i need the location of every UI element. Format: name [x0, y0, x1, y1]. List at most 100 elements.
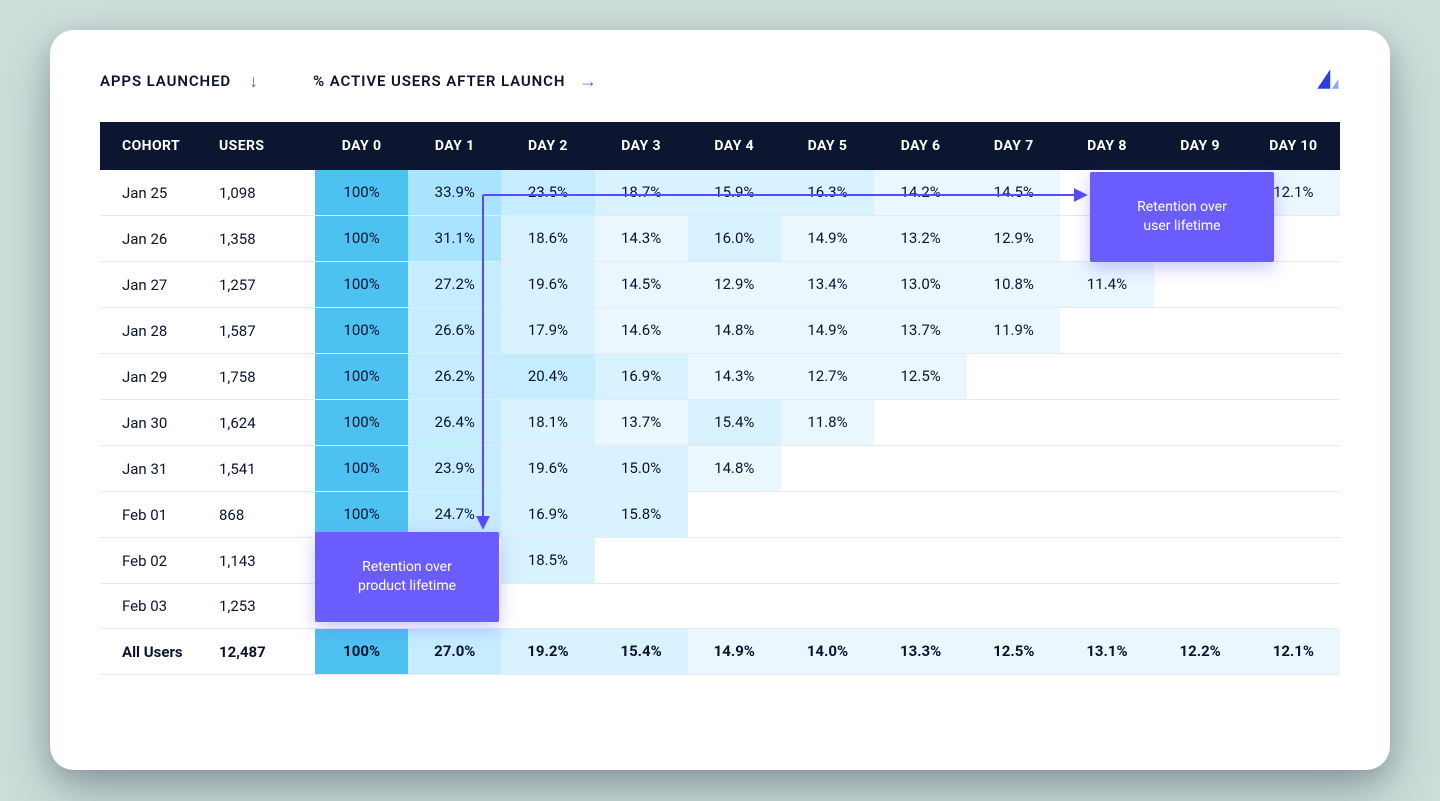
cell-day-9 — [1154, 262, 1247, 308]
cell-day-0: 100% — [315, 629, 408, 675]
col-day-4: DAY 4 — [688, 122, 781, 170]
cell-day-0: 100% — [315, 308, 408, 354]
cell-day-3: 15.8% — [595, 492, 688, 538]
cell-cohort: Jan 31 — [100, 446, 215, 492]
callout-retention-user-lifetime: Retention over user lifetime — [1090, 172, 1274, 262]
cell-cohort: Jan 26 — [100, 216, 215, 262]
cell-day-1: 26.6% — [408, 308, 501, 354]
legend-apps-launched: APPS LAUNCHED ↓ — [100, 70, 265, 92]
table-row: Jan 291,758100%26.2%20.4%16.9%14.3%12.7%… — [100, 354, 1340, 400]
cell-day-9 — [1154, 400, 1247, 446]
cell-day-8 — [1060, 446, 1153, 492]
cell-day-10 — [1247, 400, 1340, 446]
app-logo-icon — [1314, 66, 1340, 92]
table-legend: APPS LAUNCHED ↓ % ACTIVE USERS AFTER LAU… — [100, 70, 1340, 92]
cell-users: 1,587 — [215, 308, 315, 354]
cell-day-10 — [1247, 262, 1340, 308]
legend-label: APPS LAUNCHED — [100, 72, 231, 90]
cell-day-3: 16.9% — [595, 354, 688, 400]
cell-day-9: 12.2% — [1154, 629, 1247, 675]
cell-day-10 — [1247, 308, 1340, 354]
cell-day-3 — [595, 538, 688, 584]
cell-day-6: 13.0% — [874, 262, 967, 308]
cell-day-6: 14.2% — [874, 170, 967, 216]
cell-day-3: 14.6% — [595, 308, 688, 354]
cell-users: 1,253 — [215, 584, 315, 629]
cell-day-3: 13.7% — [595, 400, 688, 446]
cell-day-4 — [688, 584, 781, 629]
cell-day-10 — [1247, 584, 1340, 629]
cell-day-0: 100% — [315, 262, 408, 308]
cell-day-4: 16.0% — [688, 216, 781, 262]
cell-day-10 — [1247, 538, 1340, 584]
cell-day-2: 17.9% — [501, 308, 594, 354]
cell-day-6: 13.7% — [874, 308, 967, 354]
cell-cohort: Feb 01 — [100, 492, 215, 538]
cell-day-1: 33.9% — [408, 170, 501, 216]
cell-day-1: 24.7% — [408, 492, 501, 538]
cell-day-9 — [1154, 308, 1247, 354]
cell-day-0: 100% — [315, 400, 408, 446]
cell-users: 1,358 — [215, 216, 315, 262]
cell-day-5: 12.7% — [781, 354, 874, 400]
col-users: USERS — [215, 122, 315, 170]
cell-day-7 — [967, 538, 1060, 584]
cell-day-3: 14.5% — [595, 262, 688, 308]
cell-day-7 — [967, 446, 1060, 492]
table-row: Jan 281,587100%26.6%17.9%14.6%14.8%14.9%… — [100, 308, 1340, 354]
cell-day-1: 26.2% — [408, 354, 501, 400]
cell-day-8 — [1060, 492, 1153, 538]
col-cohort: COHORT — [100, 122, 215, 170]
cell-cohort: Jan 27 — [100, 262, 215, 308]
cell-day-2: 23.5% — [501, 170, 594, 216]
cell-cohort: Feb 02 — [100, 538, 215, 584]
cell-day-7 — [967, 584, 1060, 629]
cell-day-7: 14.5% — [967, 170, 1060, 216]
cell-day-7 — [967, 492, 1060, 538]
cell-day-9 — [1154, 354, 1247, 400]
cell-cohort: All Users — [100, 629, 215, 675]
callout-retention-product-lifetime: Retention over product lifetime — [315, 532, 499, 622]
col-day-9: DAY 9 — [1154, 122, 1247, 170]
cell-day-3: 15.4% — [595, 629, 688, 675]
cell-day-6 — [874, 492, 967, 538]
cell-day-7 — [967, 400, 1060, 446]
cell-day-8: 13.1% — [1060, 629, 1153, 675]
cell-day-10 — [1247, 446, 1340, 492]
col-day-1: DAY 1 — [408, 122, 501, 170]
cell-day-2: 18.1% — [501, 400, 594, 446]
cell-day-4: 15.4% — [688, 400, 781, 446]
col-day-7: DAY 7 — [967, 122, 1060, 170]
cell-day-8 — [1060, 308, 1153, 354]
cell-day-5: 13.4% — [781, 262, 874, 308]
cell-day-5 — [781, 584, 874, 629]
cell-users: 1,143 — [215, 538, 315, 584]
cell-day-0: 100% — [315, 354, 408, 400]
cell-day-5 — [781, 446, 874, 492]
cell-day-1: 26.4% — [408, 400, 501, 446]
cell-users: 1,758 — [215, 354, 315, 400]
col-day-5: DAY 5 — [781, 122, 874, 170]
cell-day-5 — [781, 538, 874, 584]
cell-day-4: 14.9% — [688, 629, 781, 675]
cell-day-5: 14.9% — [781, 216, 874, 262]
table-row: Jan 311,541100%23.9%19.6%15.0%14.8% — [100, 446, 1340, 492]
table-row: Jan 301,624100%26.4%18.1%13.7%15.4%11.8% — [100, 400, 1340, 446]
cell-day-4: 14.3% — [688, 354, 781, 400]
arrow-down-icon: ↓ — [243, 70, 265, 92]
cell-day-2: 20.4% — [501, 354, 594, 400]
cell-day-4: 14.8% — [688, 446, 781, 492]
cell-day-6 — [874, 538, 967, 584]
cell-users: 12,487 — [215, 629, 315, 675]
cell-day-1: 27.0% — [408, 629, 501, 675]
cell-users: 1,098 — [215, 170, 315, 216]
cell-users: 868 — [215, 492, 315, 538]
cell-day-2: 18.6% — [501, 216, 594, 262]
cell-day-5 — [781, 492, 874, 538]
cell-day-2 — [501, 584, 594, 629]
cell-day-3: 14.3% — [595, 216, 688, 262]
cell-day-3: 15.0% — [595, 446, 688, 492]
cell-day-6: 13.2% — [874, 216, 967, 262]
cell-day-10 — [1247, 492, 1340, 538]
cell-day-9 — [1154, 492, 1247, 538]
